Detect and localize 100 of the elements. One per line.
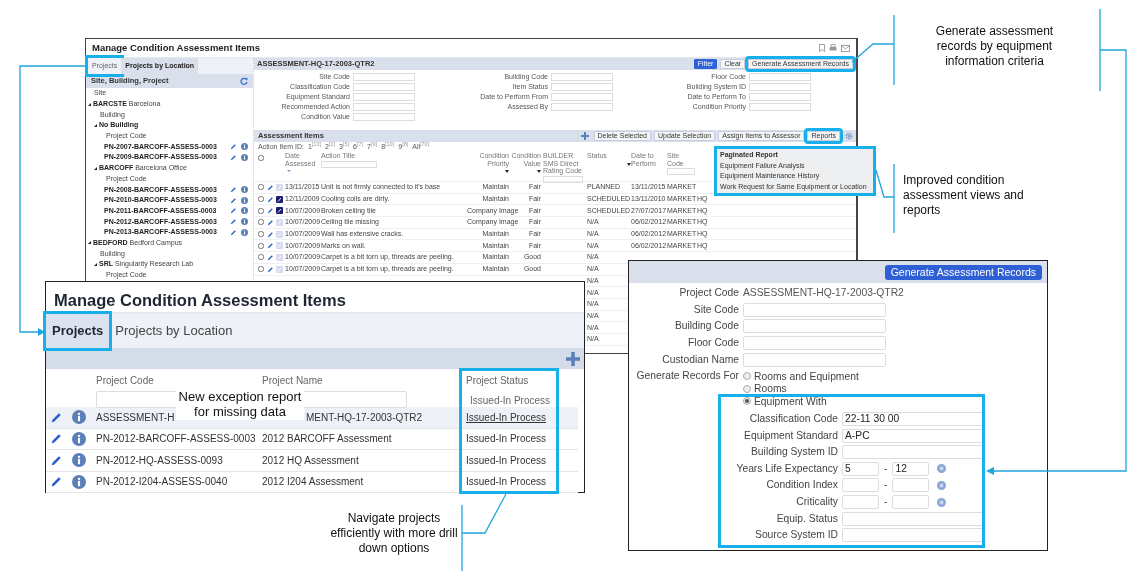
tab[interactable]: Projects by Location xyxy=(109,314,239,348)
input-field[interactable] xyxy=(551,73,613,81)
bracket-line xyxy=(893,14,895,86)
input-field[interactable]: 12 xyxy=(892,461,930,476)
input-field[interactable] xyxy=(842,478,879,493)
checkbox[interactable] xyxy=(258,196,264,203)
checkbox[interactable] xyxy=(258,231,264,238)
info-icon[interactable] xyxy=(72,410,86,425)
input-field[interactable] xyxy=(353,83,415,91)
info-icon[interactable] xyxy=(241,207,248,215)
input-field[interactable]: 22-11 30 00 xyxy=(842,412,985,427)
bookmark-icon[interactable] xyxy=(819,44,825,52)
table-cell[interactable]: Issued-In Process xyxy=(466,411,547,423)
input-field[interactable] xyxy=(892,495,930,509)
checkbox[interactable] xyxy=(258,242,264,249)
plus-icon[interactable] xyxy=(580,132,589,140)
input-field[interactable]: A-PC xyxy=(842,428,985,443)
radio-button[interactable] xyxy=(743,372,751,381)
refresh-icon[interactable] xyxy=(240,77,248,85)
expand-icon[interactable] xyxy=(94,123,97,127)
checkbox[interactable] xyxy=(258,184,264,191)
range-separator: - xyxy=(884,479,888,492)
radio-label[interactable]: Rooms and Equipment xyxy=(754,370,859,382)
table-cell: Issued-In Process xyxy=(466,433,547,445)
pencil-icon[interactable] xyxy=(50,432,63,446)
table-cell: 2012 I204 Assessment xyxy=(262,476,364,488)
info-icon[interactable] xyxy=(241,218,248,226)
input-field[interactable] xyxy=(842,511,985,526)
input-field[interactable] xyxy=(353,103,415,111)
field-label: Source System ID xyxy=(755,529,838,541)
input-field[interactable] xyxy=(353,93,415,101)
sort-icon[interactable] xyxy=(287,170,291,173)
input-field[interactable] xyxy=(551,83,613,91)
field-label: Equip. Status xyxy=(776,512,838,524)
filter-field[interactable] xyxy=(543,175,583,183)
info-icon[interactable] xyxy=(241,143,248,151)
checkbox[interactable] xyxy=(258,207,264,214)
generate-button[interactable]: Generate Assessment Records xyxy=(884,264,1042,280)
radio-label[interactable]: Rooms xyxy=(754,383,787,395)
input-field[interactable] xyxy=(743,319,886,334)
range-separator: - xyxy=(884,496,888,508)
filter-field[interactable] xyxy=(667,168,695,175)
info-icon[interactable] xyxy=(72,431,86,446)
input-field[interactable]: 5 xyxy=(842,461,879,476)
radio-label[interactable]: Equipment With xyxy=(754,395,827,407)
radio-button[interactable] xyxy=(743,397,751,406)
info-icon[interactable] xyxy=(241,153,248,161)
checkbox[interactable] xyxy=(258,254,264,261)
expand-icon[interactable] xyxy=(94,262,97,266)
input-field[interactable] xyxy=(749,103,811,111)
input-field[interactable] xyxy=(743,336,886,351)
input-field[interactable] xyxy=(842,495,879,509)
print-icon[interactable] xyxy=(829,44,837,52)
table-cell: ASSESSMENT-H xyxy=(96,411,175,423)
table-cell: 2012 BARCOFF Assessment xyxy=(262,433,392,445)
input-field[interactable] xyxy=(743,302,886,317)
input-field[interactable] xyxy=(353,113,415,121)
table-cell: PN-2012-I204-ASSESS-0040 xyxy=(96,476,228,488)
input-field[interactable] xyxy=(743,352,886,367)
input-field[interactable] xyxy=(842,528,985,543)
input-field[interactable] xyxy=(749,73,811,81)
table-cell: Issued-In Process xyxy=(466,476,547,488)
column-header[interactable]: Project Name xyxy=(262,375,323,387)
range-separator: - xyxy=(884,462,888,475)
column-header[interactable]: Project Status xyxy=(466,375,529,387)
table-cell: 2012 HQ Assessment xyxy=(262,454,359,466)
input-field[interactable] xyxy=(842,445,985,460)
radio-button[interactable] xyxy=(743,384,751,393)
filter-value[interactable]: Issued-In Process xyxy=(466,393,576,408)
info-icon[interactable] xyxy=(241,196,248,204)
gear-icon[interactable] xyxy=(845,132,853,140)
checkbox[interactable] xyxy=(258,266,264,273)
input-field[interactable] xyxy=(749,93,811,101)
document-icon[interactable] xyxy=(276,195,283,203)
expand-icon[interactable] xyxy=(88,102,91,106)
tab[interactable]: Projects xyxy=(46,314,110,348)
info-icon[interactable] xyxy=(241,228,248,236)
filter-field[interactable] xyxy=(321,160,377,168)
checkbox[interactable] xyxy=(258,155,264,161)
dropdown-icon[interactable] xyxy=(627,162,631,166)
column-header[interactable]: Project Code xyxy=(96,375,154,387)
document-icon[interactable] xyxy=(276,207,283,215)
input-field[interactable] xyxy=(892,478,930,493)
info-icon[interactable] xyxy=(72,474,86,489)
field-label: Building System ID xyxy=(751,446,838,458)
mail-icon[interactable] xyxy=(841,44,850,52)
input-field[interactable] xyxy=(353,73,415,81)
pencil-icon[interactable] xyxy=(50,475,63,489)
dropdown-icon[interactable] xyxy=(505,170,509,173)
callout-text: Generate assessment records by equipment information criteria xyxy=(934,24,1055,69)
input-field[interactable] xyxy=(551,93,613,101)
expand-icon[interactable] xyxy=(88,241,91,245)
plus-icon[interactable] xyxy=(566,351,580,366)
info-icon[interactable] xyxy=(72,453,86,468)
info-icon[interactable] xyxy=(241,186,248,194)
input-field[interactable] xyxy=(749,83,811,91)
checkbox[interactable] xyxy=(258,219,264,226)
dropdown-icon[interactable] xyxy=(537,170,541,173)
expand-icon[interactable] xyxy=(94,166,97,170)
input-field[interactable] xyxy=(551,103,613,111)
